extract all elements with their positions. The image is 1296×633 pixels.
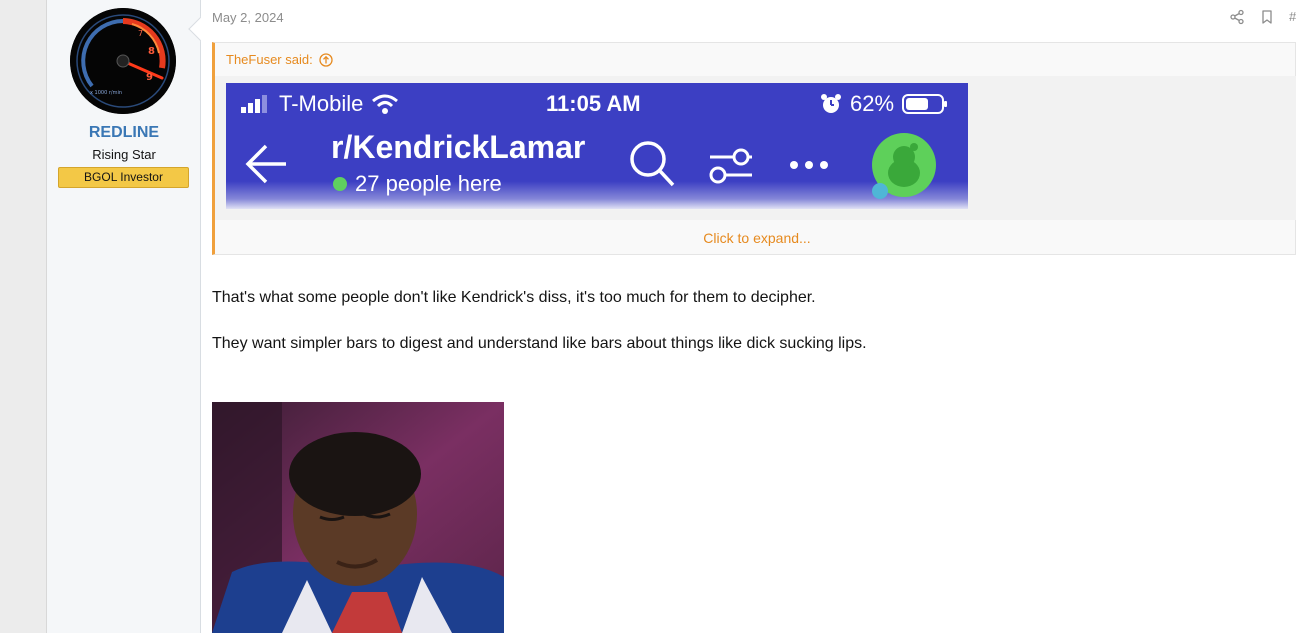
- forum-page: 8 9 7 x 1000 r/min REDLINE Rising Star B…: [0, 0, 1296, 633]
- battery-label: 62%: [850, 91, 895, 116]
- username-link[interactable]: REDLINE: [47, 124, 201, 142]
- page-gutter: [0, 0, 47, 633]
- svg-text:x 1000 r/min: x 1000 r/min: [90, 90, 122, 96]
- quoted-screenshot[interactable]: T-Mobile 11:05 AM 62% r/KendrickLamar 27…: [226, 83, 968, 209]
- status-carrier: T-Mobile: [241, 91, 399, 117]
- signal-icon: [241, 95, 267, 113]
- wifi-icon: [372, 94, 399, 114]
- post-paragraph-2: They want simpler bars to digest and und…: [212, 335, 867, 352]
- back-arrow-icon: [245, 144, 286, 184]
- reaction-gif-image[interactable]: [212, 402, 504, 633]
- tachometer-avatar-image: 8 9 7 x 1000 r/min: [70, 8, 176, 114]
- avatar[interactable]: 8 9 7 x 1000 r/min: [70, 8, 176, 114]
- more-icon: [790, 161, 828, 169]
- user-banner: BGOL Investor: [58, 167, 189, 188]
- online-count-label: 27 people here: [355, 171, 502, 196]
- share-icon[interactable]: [1229, 9, 1245, 25]
- svg-text:7: 7: [138, 29, 143, 38]
- quote-attribution[interactable]: TheFuser said:: [226, 52, 333, 67]
- battery-icon: [902, 94, 948, 114]
- filter-icon: [709, 148, 752, 184]
- post-paragraph-1: That's what some people don't like Kendr…: [212, 289, 816, 306]
- online-dot-icon: [333, 177, 347, 191]
- message-content: May 2, 2024 # TheFuser said: T-Mobile 11…: [201, 0, 1296, 633]
- search-icon: [630, 141, 675, 187]
- permalink-icon[interactable]: #: [1289, 9, 1296, 24]
- bookmark-icon[interactable]: [1259, 9, 1275, 25]
- svg-text:8: 8: [148, 46, 155, 57]
- post-date-link[interactable]: May 2, 2024: [212, 10, 284, 25]
- alarm-icon: [821, 94, 841, 113]
- svg-text:9: 9: [146, 72, 153, 83]
- quote-block: TheFuser said: T-Mobile 11:05 AM 62% r/K…: [212, 42, 1296, 255]
- status-time: 11:05 AM: [546, 91, 641, 116]
- subreddit-title: r/KendrickLamar: [331, 129, 586, 165]
- quote-author-label: TheFuser said:: [226, 52, 313, 67]
- online-count: 27 people here: [333, 171, 502, 197]
- status-battery: 62%: [820, 91, 948, 117]
- user-info-column: 8 9 7 x 1000 r/min REDLINE Rising Star B…: [47, 0, 201, 633]
- click-to-expand-link[interactable]: Click to expand...: [215, 230, 1296, 246]
- reddit-avatar-icon: [872, 133, 936, 199]
- user-title: Rising Star: [92, 147, 156, 162]
- carrier-label: T-Mobile: [279, 91, 364, 116]
- arrow-up-circle-icon[interactable]: [319, 52, 333, 67]
